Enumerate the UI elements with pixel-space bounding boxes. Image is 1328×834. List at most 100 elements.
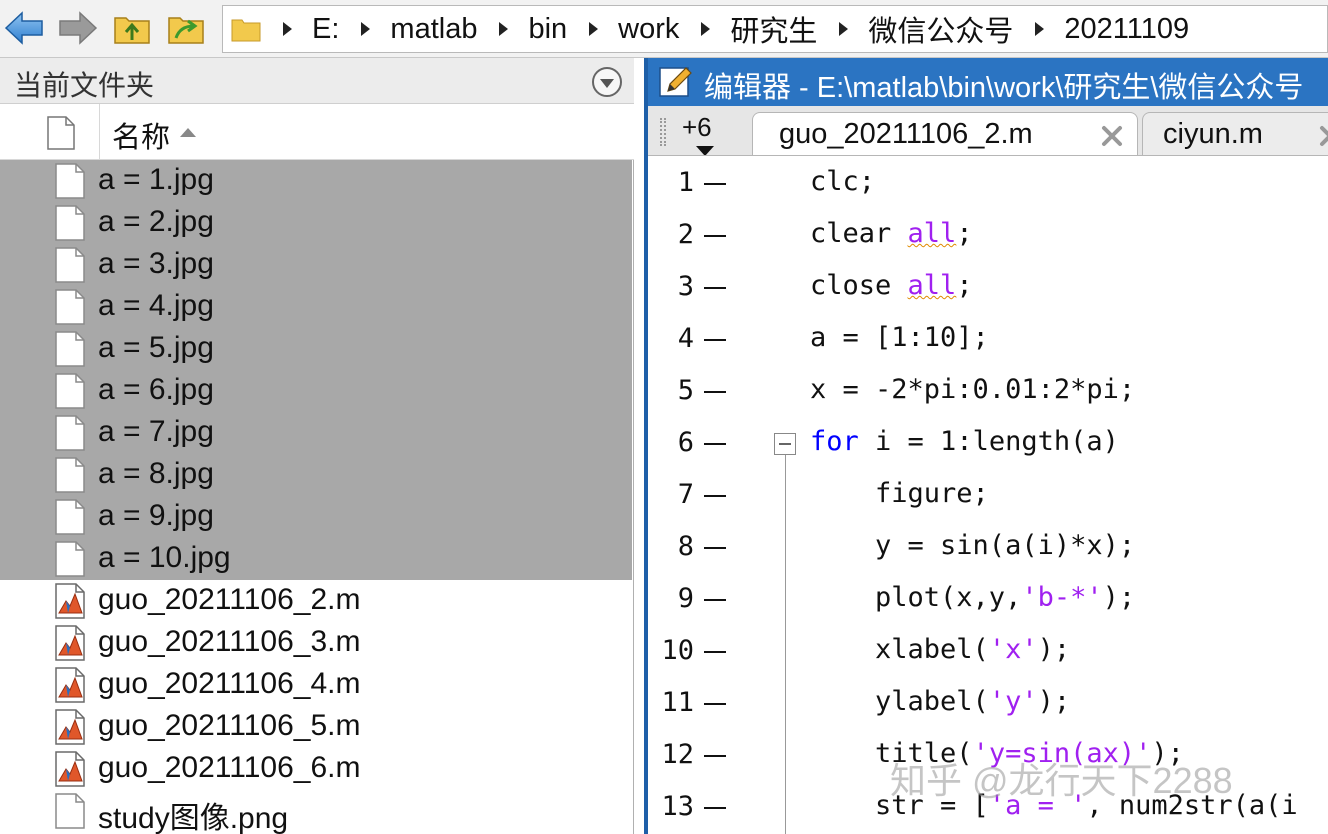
breadcrumb-graduate[interactable]: 研究生 xyxy=(730,8,817,50)
breadcrumb-separator-icon[interactable] xyxy=(1035,22,1045,36)
file-row[interactable]: a = 5.jpg xyxy=(0,328,632,370)
breadcrumb-separator-icon[interactable] xyxy=(589,22,599,36)
file-row[interactable]: study图像.png xyxy=(0,790,632,834)
file-row[interactable]: guo_20211106_2.m xyxy=(0,580,632,622)
tab-guo-20211106-2[interactable]: guo_20211106_2.m xyxy=(752,112,1138,155)
file-name: a = 5.jpg xyxy=(98,331,214,364)
breakpoint-marker[interactable] xyxy=(704,755,726,757)
code-line[interactable]: 9 plot(x,y,'b-*'); xyxy=(648,573,1328,625)
breadcrumb-separator-icon[interactable] xyxy=(499,22,509,36)
chevron-down-icon xyxy=(696,146,714,155)
matlab-file-icon xyxy=(55,709,85,745)
breakpoint-marker[interactable] xyxy=(704,391,726,393)
close-icon[interactable] xyxy=(1319,125,1328,147)
breakpoint-marker[interactable] xyxy=(704,183,726,185)
editor-titlebar: 编辑器 - E:\matlab\bin\work\研究生\微信公众号 xyxy=(648,58,1328,106)
breakpoint-marker[interactable] xyxy=(704,703,726,705)
file-row[interactable]: a = 4.jpg xyxy=(0,286,632,328)
breadcrumb-date-folder[interactable]: 20211109 xyxy=(1064,13,1189,46)
line-number: 6 xyxy=(677,427,694,458)
code-line[interactable]: 6 for i = 1:length(a) xyxy=(648,417,1328,469)
arrow-right-icon xyxy=(59,11,98,45)
breadcrumb-matlab[interactable]: matlab xyxy=(390,13,477,46)
hidden-tab-count: +6 xyxy=(682,112,712,142)
fold-collapse-icon[interactable] xyxy=(774,433,796,455)
code-line[interactable]: 13 str = ['a = ', num2str(a(i xyxy=(648,781,1328,833)
line-number: 10 xyxy=(661,635,694,666)
file-row[interactable]: guo_20211106_6.m xyxy=(0,748,632,790)
code-text: close all; xyxy=(810,270,973,301)
file-icon xyxy=(55,541,85,577)
browse-folder-button[interactable] xyxy=(164,6,208,50)
column-name-header[interactable]: 名称 xyxy=(112,114,170,156)
tab-ciyun[interactable]: ciyun.m xyxy=(1142,112,1328,155)
breadcrumb-bin[interactable]: bin xyxy=(528,13,567,46)
breakpoint-marker[interactable] xyxy=(704,287,726,289)
code-text: ylabel('y'); xyxy=(810,686,1071,717)
file-row[interactable]: a = 8.jpg xyxy=(0,454,632,496)
code-text: figure; xyxy=(810,478,989,509)
file-row[interactable]: a = 9.jpg xyxy=(0,496,632,538)
file-row[interactable]: guo_20211106_5.m xyxy=(0,706,632,748)
breadcrumb-separator-icon[interactable] xyxy=(701,22,711,36)
code-text: for i = 1:length(a) xyxy=(810,426,1119,457)
file-list: a = 1.jpg a = 2.jpg a = 3.jpg a = 4.jpg a = … xyxy=(0,160,632,834)
column-type-header[interactable] xyxy=(0,104,100,160)
sort-ascending-icon[interactable] xyxy=(180,128,196,137)
breadcrumb-drive[interactable]: E: xyxy=(312,13,339,46)
file-list-header: 名称 xyxy=(0,104,634,160)
code-line[interactable]: 11 ylabel('y'); xyxy=(648,677,1328,729)
file-row[interactable]: guo_20211106_3.m xyxy=(0,622,632,664)
file-row[interactable]: a = 6.jpg xyxy=(0,370,632,412)
up-one-level-button[interactable] xyxy=(110,6,154,50)
address-bar[interactable]: E: matlab bin work 研究生 微信公众号 20211109 xyxy=(222,5,1328,53)
breakpoint-marker[interactable] xyxy=(704,547,726,549)
code-line[interactable]: 1 clc; xyxy=(648,157,1328,209)
breadcrumb-separator-icon[interactable] xyxy=(361,22,371,36)
breadcrumb-work[interactable]: work xyxy=(618,13,679,46)
breadcrumb-wechat[interactable]: 微信公众号 xyxy=(868,8,1013,50)
line-number: 13 xyxy=(661,791,694,822)
back-button[interactable] xyxy=(2,6,46,50)
breakpoint-marker[interactable] xyxy=(704,495,726,497)
chevron-down-icon xyxy=(600,79,614,88)
breakpoint-marker[interactable] xyxy=(704,651,726,653)
file-name: a = 4.jpg xyxy=(98,289,214,322)
breakpoint-marker[interactable] xyxy=(704,599,726,601)
breakpoint-marker[interactable] xyxy=(704,807,726,809)
file-icon xyxy=(55,793,85,829)
code-line[interactable]: 4 a = [1:10]; xyxy=(648,313,1328,365)
close-icon[interactable] xyxy=(1101,125,1123,147)
breadcrumb-separator-icon[interactable] xyxy=(839,22,849,36)
code-line[interactable]: 3 close all; xyxy=(648,261,1328,313)
forward-button[interactable] xyxy=(56,6,100,50)
line-number: 5 xyxy=(677,375,694,406)
code-line[interactable]: 5 x = -2*pi:0.01:2*pi; xyxy=(648,365,1328,417)
file-name: a = 7.jpg xyxy=(98,415,214,448)
code-line[interactable]: 10 xlabel('x'); xyxy=(648,625,1328,677)
file-name: a = 9.jpg xyxy=(98,499,214,532)
breakpoint-marker[interactable] xyxy=(704,235,726,237)
code-line[interactable]: 7 figure; xyxy=(648,469,1328,521)
breakpoint-marker[interactable] xyxy=(704,339,726,341)
code-line[interactable]: 8 y = sin(a(i)*x); xyxy=(648,521,1328,573)
code-editor[interactable]: 1 clc; 2 clear all; 3 close all; 4 a = [1:10]; 5… xyxy=(648,157,1328,834)
file-row[interactable]: a = 7.jpg xyxy=(0,412,632,454)
drag-grip-icon xyxy=(660,118,666,146)
breakpoint-marker[interactable] xyxy=(704,443,726,445)
file-icon xyxy=(55,415,85,451)
line-number: 4 xyxy=(677,323,694,354)
file-row[interactable]: a = 1.jpg xyxy=(0,160,632,202)
file-row[interactable]: a = 10.jpg xyxy=(0,538,632,580)
file-row[interactable]: a = 3.jpg xyxy=(0,244,632,286)
file-row[interactable]: a = 2.jpg xyxy=(0,202,632,244)
code-line[interactable]: 2 clear all; xyxy=(648,209,1328,261)
code-line[interactable]: 12 title('y=sin(ax)'); xyxy=(648,729,1328,781)
file-row[interactable]: guo_20211106_4.m xyxy=(0,664,632,706)
file-icon xyxy=(55,247,85,283)
panel-menu-button[interactable] xyxy=(592,67,622,97)
breadcrumb-separator-icon[interactable] xyxy=(283,22,292,36)
tab-overflow-button[interactable]: +6 xyxy=(656,110,752,155)
code-text: a = [1:10]; xyxy=(810,322,989,353)
code-text: clear all; xyxy=(810,218,973,249)
